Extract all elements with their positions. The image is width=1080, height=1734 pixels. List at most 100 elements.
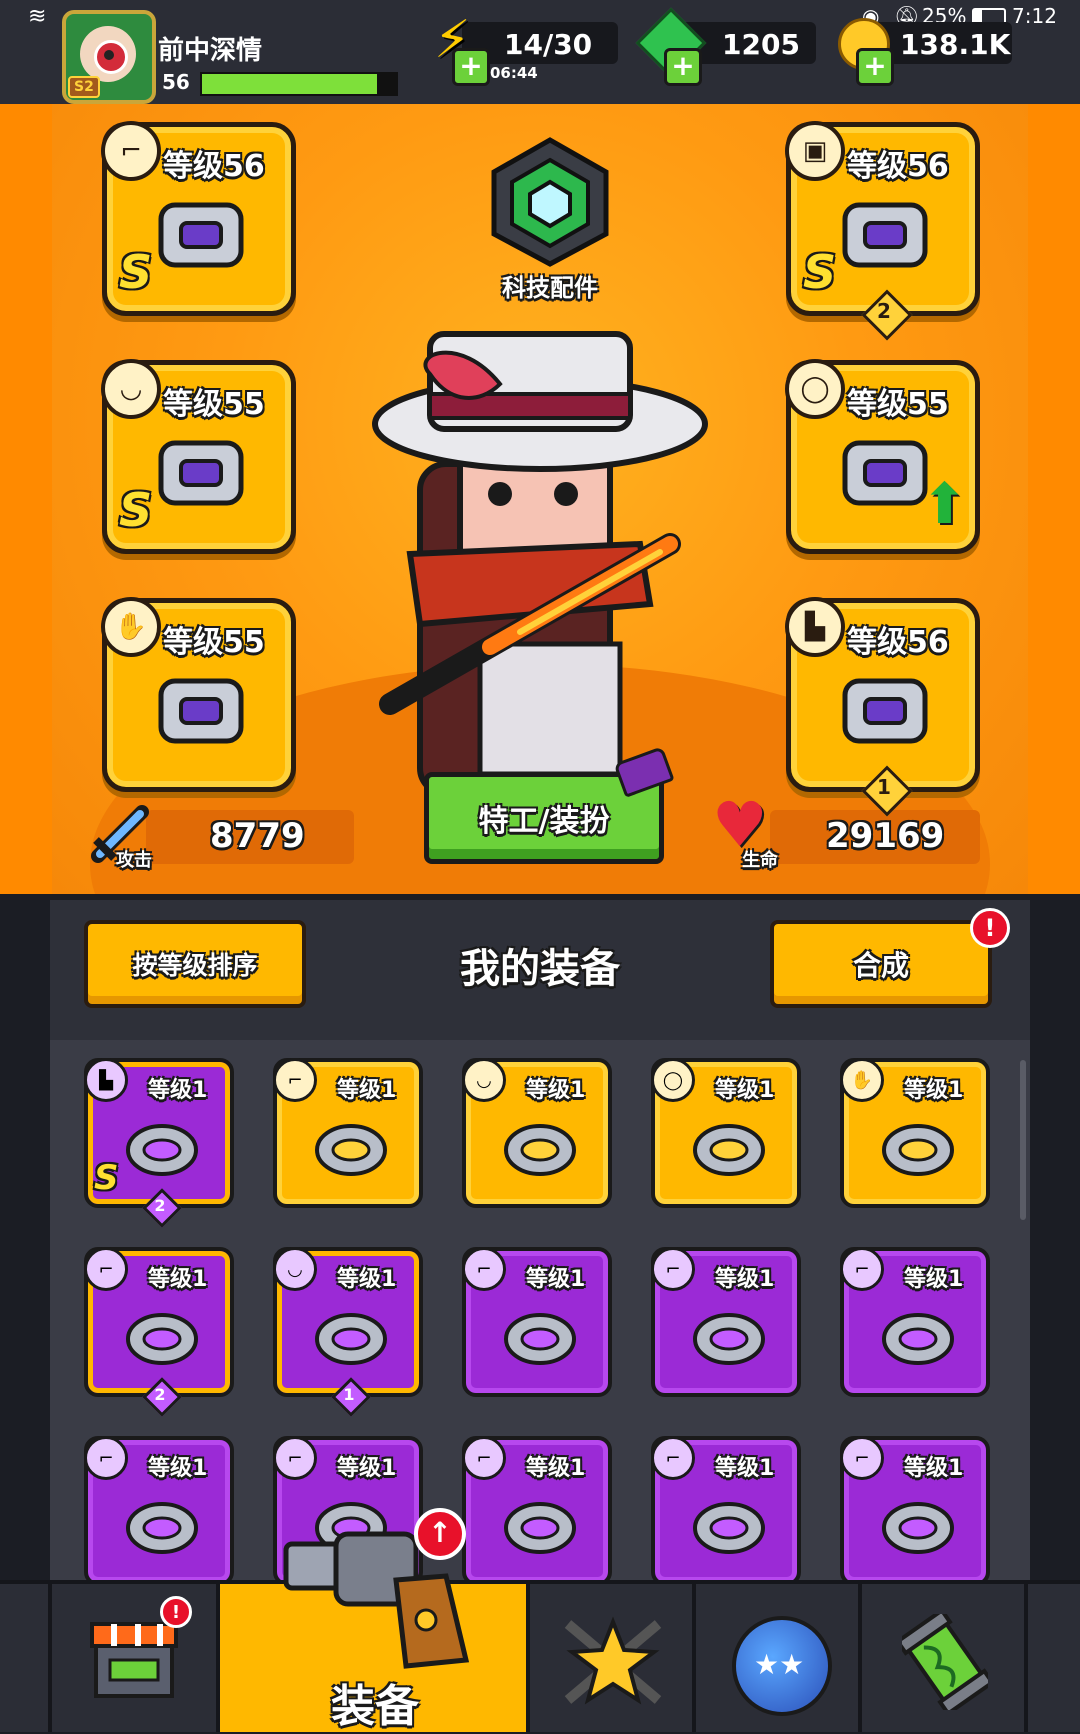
- drill-type-icon: ⌐: [462, 1436, 506, 1480]
- drill-item: [870, 1484, 966, 1564]
- fang-necklace-item: [303, 1295, 399, 1375]
- nav-events-tab[interactable]: [530, 1584, 696, 1732]
- card-count: 2: [154, 1196, 166, 1215]
- equip-slot-belt-item[interactable]: ◯ 等级55 ⬆: [785, 359, 980, 554]
- card-level: 等级1: [526, 1078, 586, 1103]
- inventory-card-drill[interactable]: ⌐ 等级1: [840, 1436, 990, 1586]
- belt-type-icon: ◯: [651, 1058, 695, 1102]
- boots-type-icon: ▙: [84, 1058, 128, 1102]
- card-level: 等级1: [526, 1267, 586, 1292]
- health-label: 生命: [742, 850, 778, 871]
- slot-level: 等级56: [163, 149, 265, 184]
- left-border: [0, 104, 52, 894]
- season-badge: S2: [68, 76, 100, 98]
- armor-item: [825, 185, 945, 285]
- kunai-type-icon: ⌐: [84, 1247, 128, 1291]
- boots-item: [114, 1106, 210, 1186]
- kunai-type-icon: ⌐: [462, 1247, 506, 1291]
- card-level: 等级1: [904, 1456, 964, 1481]
- drill-type-icon: ⌐: [84, 1436, 128, 1480]
- ring-item: [141, 423, 261, 523]
- inventory-card-glove[interactable]: ✋ 等级1: [840, 1058, 990, 1208]
- energy-add-button[interactable]: +: [452, 48, 490, 86]
- card-count: 1: [343, 1385, 355, 1404]
- equip-slot-gauntlet-item[interactable]: ✋ 等级55: [101, 597, 296, 792]
- nav-equipment-label: 装备: [331, 1681, 419, 1732]
- card-level: 等级1: [337, 1078, 397, 1103]
- armor-icon: ▣: [785, 121, 845, 181]
- card-rank: S: [94, 1158, 119, 1198]
- card-level: 等级1: [715, 1267, 775, 1292]
- inventory-card-spiked-collar[interactable]: ◡ 等级1: [462, 1058, 612, 1208]
- inventory-card-kunai[interactable]: ⌐ 等级1: [273, 1058, 423, 1208]
- merge-button[interactable]: 合成: [770, 920, 992, 1008]
- equip-slot-ring-item[interactable]: ◡ 等级55 S: [101, 359, 296, 554]
- glove-type-icon: ✋: [840, 1058, 884, 1102]
- gems-value: 1205: [722, 28, 800, 61]
- kunai-type-icon: ⌐: [651, 1247, 695, 1291]
- nav-left-edge: [0, 1584, 52, 1732]
- inventory-card-fang-necklace[interactable]: ◡ 等级1 1: [273, 1247, 423, 1417]
- gems-add-button[interactable]: +: [664, 48, 702, 86]
- kunai-item: [870, 1295, 966, 1375]
- right-border: [1028, 104, 1080, 894]
- player-avatar[interactable]: S2: [62, 10, 156, 104]
- top-bar: ≋ ◉ 🔕︎ 25% 7:12 S2 前中深情 56 ⚡ + 14/30 06:…: [0, 0, 1080, 108]
- fang-necklace-type-icon: ◡: [273, 1247, 317, 1291]
- inventory-card-kunai[interactable]: ⌐ 等级1: [651, 1247, 801, 1397]
- drill-type-icon: ⌐: [273, 1436, 317, 1480]
- card-level: 等级1: [337, 1456, 397, 1481]
- dna-capsule-icon: [894, 1607, 996, 1717]
- card-level: 等级1: [715, 1078, 775, 1103]
- kunai-type-icon: ⌐: [840, 1247, 884, 1291]
- slot-rank: S: [803, 245, 837, 299]
- clock: 7:12: [1012, 4, 1057, 28]
- coins-value: 138.1K: [900, 28, 1011, 61]
- xp-bar: [200, 72, 398, 96]
- scrollbar[interactable]: [1020, 1060, 1026, 1220]
- equip-slot-boots-item[interactable]: ▙ 等级56 1: [785, 597, 980, 817]
- card-level: 等级1: [904, 1267, 964, 1292]
- equip-slot-armor-item[interactable]: ▣ 等级56 S 2: [785, 121, 980, 341]
- inventory-card-belt[interactable]: ◯ 等级1: [651, 1058, 801, 1208]
- merge-button-label: 合成: [852, 949, 909, 982]
- upgrade-arrow-badge: ↑: [414, 1508, 466, 1560]
- equipment-title: 我的装备: [460, 946, 620, 992]
- sort-by-level-button[interactable]: 按等级排序: [84, 920, 306, 1008]
- kunai-item: [681, 1295, 777, 1375]
- inventory-card-kunai[interactable]: ⌐ 等级1: [462, 1247, 612, 1397]
- slot-count: 1: [877, 775, 891, 799]
- attack-value: 8779: [210, 816, 305, 856]
- gauntlet-item: [141, 661, 261, 761]
- nav-shop-tab[interactable]: !: [52, 1584, 220, 1732]
- belt-item: [681, 1106, 777, 1186]
- nav-world-tab[interactable]: ★★: [696, 1584, 862, 1732]
- drill-type-icon: ⌐: [840, 1436, 884, 1480]
- hero-panel: 科技配件 特工/装扮 攻击 8779 ♥ 生命 29169 ⌐ 等级56 S ◡…: [0, 104, 1080, 894]
- xp-fill: [202, 74, 377, 94]
- inventory-card-boots[interactable]: ▙ 等级1 S 2: [84, 1058, 234, 1228]
- boots-item: [825, 661, 945, 761]
- spiked-collar-type-icon: ◡: [462, 1058, 506, 1102]
- inventory-grid: ▙ 等级1 S 2 ⌐ 等级1 ◡ 等级1 ◯ 等级1 ✋ 等级1 ⌐ 等级1 …: [50, 1040, 1030, 1586]
- equip-slot-sword-item[interactable]: ⌐ 等级56 S: [101, 121, 296, 316]
- slot-rank: S: [119, 483, 153, 537]
- coins-add-button[interactable]: +: [856, 48, 894, 86]
- glove-icon: ✋: [101, 597, 161, 657]
- sword-item: [141, 185, 261, 285]
- inventory-card-drill[interactable]: ⌐ 等级1: [651, 1436, 801, 1586]
- inventory-card-drill[interactable]: ⌐ 等级1: [84, 1436, 234, 1586]
- tech-part-button[interactable]: [486, 136, 614, 268]
- inventory-card-kunai[interactable]: ⌐ 等级1: [840, 1247, 990, 1397]
- outfit-button-label: 特工/装扮: [478, 804, 610, 839]
- upgrade-arrow-icon: ⬆: [921, 472, 968, 537]
- inventory-card-kunai[interactable]: ⌐ 等级1 2: [84, 1247, 234, 1417]
- glove-item: [870, 1106, 966, 1186]
- slot-level: 等级55: [847, 387, 949, 422]
- energy-value: 14/30: [504, 28, 593, 61]
- nav-dna-tab[interactable]: [862, 1584, 1028, 1732]
- shop-icon: [88, 1616, 180, 1700]
- card-level: 等级1: [526, 1456, 586, 1481]
- slot-level: 等级55: [163, 625, 265, 660]
- spiked-collar-item: [492, 1106, 588, 1186]
